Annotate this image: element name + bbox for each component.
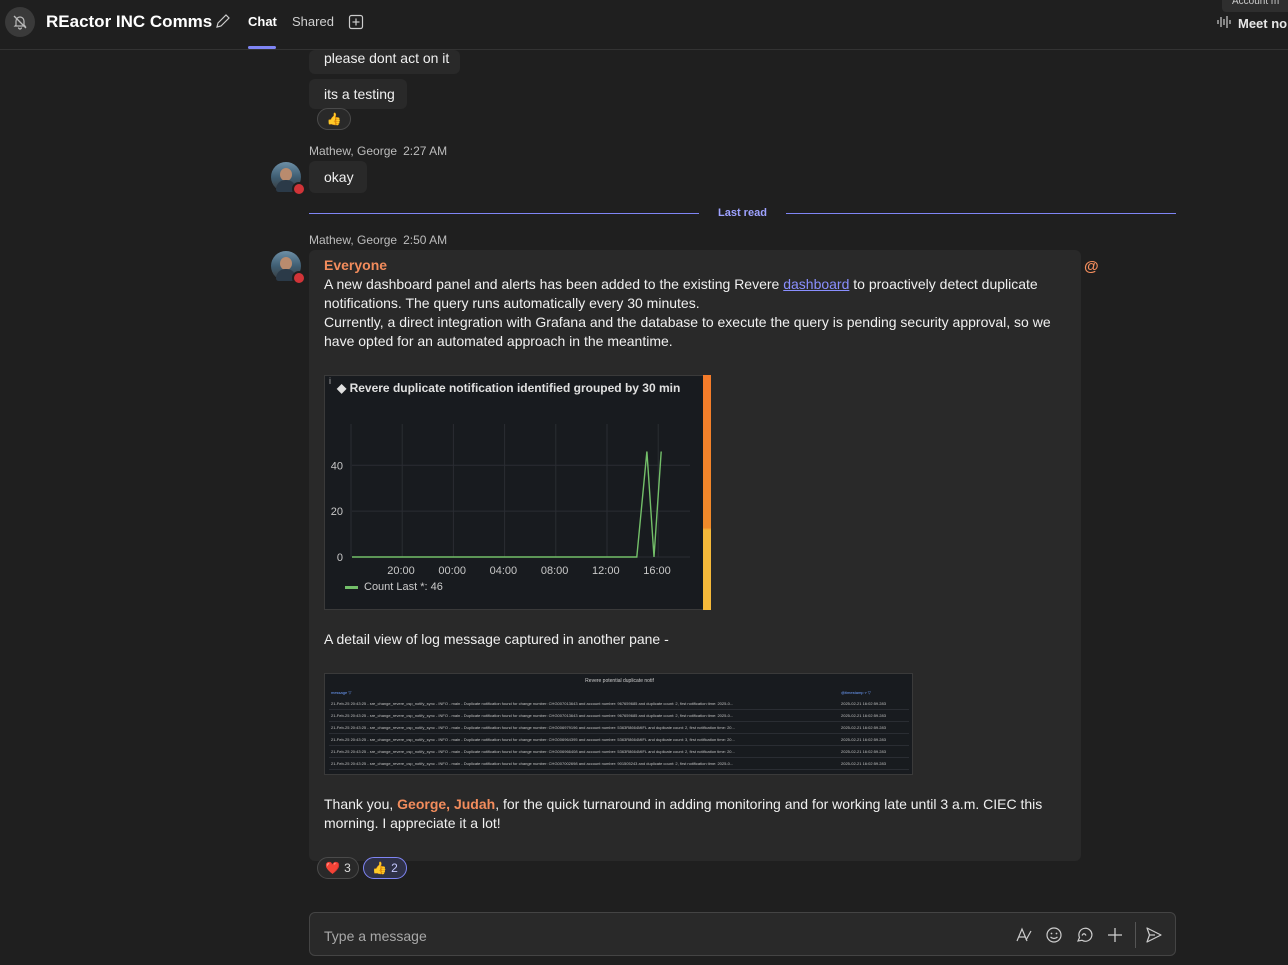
last-read-label: Last read (718, 207, 767, 219)
log-row-message: 21-Feb-25 20:43:25 - sre_change_revere_c… (331, 713, 734, 718)
series-line-count (352, 451, 662, 558)
meet-now-label: Meet no (1238, 16, 1288, 31)
meet-now-button[interactable]: Meet no (1216, 14, 1287, 33)
message-input[interactable] (322, 924, 976, 948)
x-tick-label: 12:00 (592, 565, 620, 577)
log-row-separator (329, 709, 909, 710)
compose-divider (1135, 922, 1136, 948)
compose-box[interactable] (309, 912, 1176, 956)
audio-waveform-icon (1216, 14, 1232, 33)
log-row-separator (329, 769, 909, 770)
legend-label: Count Last *: 46 (364, 581, 443, 593)
log-row-timestamp: 2025-02-21 16:02:59.283 (841, 761, 886, 766)
mention-users[interactable]: George, Judah (397, 796, 495, 812)
message-paragraph: Currently, a direct integration with Gra… (324, 314, 1051, 349)
message-time: 2:27 AM (403, 144, 448, 158)
chat-title: REactor INC Comms (46, 12, 213, 31)
last-read-divider (786, 213, 1176, 214)
message-text: okay (324, 169, 354, 185)
y-tick-label: 40 (331, 460, 343, 472)
author-name: Mathew, George (309, 233, 398, 247)
emoji-icon[interactable] (1044, 925, 1064, 945)
log-row-separator (329, 745, 909, 746)
log-row-timestamp: 2025-02-21 16:02:59.283 (841, 701, 886, 706)
reaction-count: 3 (344, 861, 351, 875)
x-tick-label: 04:00 (490, 565, 518, 577)
message-meta: Mathew, George 2:50 AM (309, 233, 447, 247)
x-tick-label: 08:00 (541, 565, 569, 577)
reaction-like[interactable]: 👍 (317, 108, 351, 130)
log-table-title: Revere potential duplicate notif (585, 678, 654, 684)
message-text: its a testing (324, 86, 395, 102)
bell-off-icon[interactable] (5, 7, 35, 37)
log-row-message: 21-Feb-25 20:43:25 - sre_change_revere_c… (331, 737, 735, 742)
log-row-message: 21-Feb-25 20:43:25 - sre_change_revere_c… (331, 701, 734, 706)
message-bubble[interactable]: please dont act on it (309, 50, 460, 74)
send-icon[interactable] (1144, 925, 1164, 945)
tab-shared[interactable]: Shared (292, 14, 334, 29)
chat-header: REactor INC Comms Chat Shared Account m … (0, 0, 1288, 50)
account-tooltip: Account m (1222, 0, 1288, 12)
message-text: please dont act on it (324, 50, 450, 66)
y-tick-label: 20 (331, 506, 343, 518)
log-col-timestamp: @timestamp ▿ ▽ (841, 690, 871, 695)
log-row-timestamp: 2025-02-21 16:02:59.283 (841, 713, 886, 718)
message-paragraph: Thank you, George, Judah, for the quick … (324, 796, 1043, 831)
thumbs-up-icon: 👍 (372, 861, 388, 875)
reaction-heart[interactable]: ❤️ 3 (317, 857, 359, 879)
log-table-image[interactable]: Revere potential duplicate notif message… (324, 673, 913, 775)
log-row-timestamp: 2025-02-21 16:02:59.283 (841, 737, 886, 742)
loop-icon[interactable] (1074, 925, 1094, 945)
chart-plot: 20:00 00:00 04:00 08:00 12:00 16:00 0 20 40 (331, 424, 690, 577)
last-read-divider (309, 213, 699, 214)
at-mention-icon: @ (1084, 258, 1099, 275)
pencil-icon[interactable] (214, 12, 232, 33)
reaction-like[interactable]: 👍 2 (363, 857, 407, 879)
tab-chat[interactable]: Chat (248, 14, 277, 29)
format-icon[interactable] (1014, 925, 1034, 945)
message-meta: Mathew, George 2:27 AM (309, 144, 447, 158)
grafana-chart-image[interactable]: i ◆ Revere duplicate notification identi… (324, 375, 711, 610)
add-tab-icon[interactable] (348, 14, 364, 33)
heart-icon: ❤️ (325, 861, 341, 875)
reaction-count: 2 (391, 861, 398, 875)
log-row-message: 21-Feb-25 20:43:25 - sre_change_revere_c… (331, 761, 734, 766)
log-row-separator (329, 733, 909, 734)
active-tab-indicator (248, 46, 276, 49)
message-time: 2:50 AM (403, 233, 448, 247)
message-bubble[interactable]: okay (309, 161, 367, 193)
x-tick-label: 00:00 (438, 565, 466, 577)
x-tick-label: 20:00 (387, 565, 415, 577)
log-row-timestamp: 2025-02-21 16:02:59.283 (841, 725, 886, 730)
presence-busy-icon (292, 271, 306, 285)
message-paragraph: A new dashboard panel and alerts has bee… (324, 276, 1038, 311)
legend-swatch (345, 585, 358, 589)
log-row-separator (329, 757, 909, 758)
y-tick-label: 0 (337, 552, 343, 564)
plus-icon[interactable] (1105, 925, 1125, 945)
author-name: Mathew, George (309, 144, 398, 158)
log-row-timestamp: 2025-02-21 16:02:59.283 (841, 749, 886, 754)
x-tick-label: 16:00 (643, 565, 671, 577)
log-row-message: 21-Feb-25 20:43:25 - sre_change_revere_c… (331, 725, 735, 730)
dashboard-link[interactable]: dashboard (783, 276, 849, 292)
avatar[interactable] (271, 251, 306, 285)
log-col-message: message ▽ (331, 690, 352, 695)
mention-everyone[interactable]: Everyone (324, 257, 387, 273)
log-row-separator (329, 721, 909, 722)
avatar[interactable] (271, 162, 306, 196)
chart-legend: Count Last *: 46 (345, 581, 443, 593)
message-bubble[interactable]: its a testing (309, 79, 407, 109)
thumbs-up-icon: 👍 (326, 112, 342, 126)
log-row-message: 21-Feb-25 20:43:25 - sre_change_revere_c… (331, 749, 735, 754)
presence-busy-icon (292, 182, 306, 196)
message-paragraph: A detail view of log message captured in… (324, 631, 669, 647)
image-accent-bar (703, 375, 711, 610)
